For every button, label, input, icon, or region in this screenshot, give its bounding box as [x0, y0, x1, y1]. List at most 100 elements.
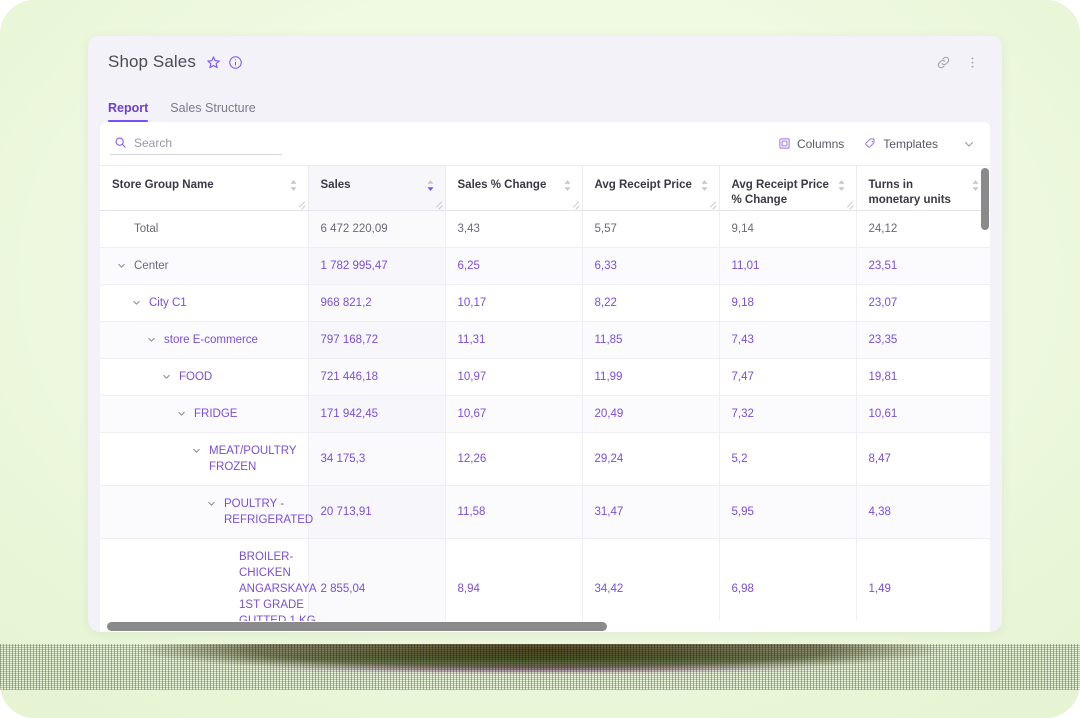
row-expand-toggle[interactable] — [144, 334, 158, 345]
cell-text: 11,85 — [594, 333, 623, 346]
column-header-label: Sales % Change — [457, 179, 547, 191]
table-row[interactable]: FOOD 721 446,18 10,97 11,99 7,47 19,81 — [100, 358, 990, 396]
row-label[interactable]: POULTRY - REFRIGERATED — [224, 496, 313, 528]
cell-value: 6,33 — [582, 247, 720, 285]
sort-icon[interactable] — [700, 179, 709, 192]
cell-value: 4,38 — [856, 485, 990, 539]
cell-value: 12,26 — [445, 432, 583, 486]
cell-text: 31,47 — [594, 505, 624, 518]
row-expand-toggle[interactable] — [204, 498, 218, 509]
column-resize-handle[interactable] — [846, 200, 854, 208]
chevron-down-icon[interactable] — [116, 260, 127, 271]
star-icon[interactable] — [206, 55, 221, 70]
column-resize-handle[interactable] — [435, 200, 443, 208]
cell-text: 6,33 — [594, 259, 617, 272]
link-icon[interactable] — [936, 55, 951, 70]
cell-value: 968 821,2 — [308, 284, 446, 322]
row-expand-toggle[interactable] — [114, 260, 128, 271]
column-resize-handle[interactable] — [298, 200, 306, 208]
cell-value: 11,99 — [582, 358, 720, 396]
search-input[interactable] — [134, 135, 280, 150]
title-icon-group — [206, 55, 243, 70]
chevron-down-icon[interactable] — [176, 408, 187, 419]
column-header-5[interactable]: Turns in monetary units — [856, 166, 990, 211]
cell-value: 9,14 — [719, 210, 857, 248]
sort-icon[interactable] — [837, 179, 846, 192]
search-icon — [114, 136, 127, 149]
chevron-down-icon[interactable] — [206, 498, 217, 509]
cell-value: 34,42 — [582, 538, 720, 632]
chevron-down-icon[interactable] — [131, 297, 142, 308]
column-resize-handle[interactable] — [572, 200, 580, 208]
chevron-down-icon[interactable] — [146, 334, 157, 345]
row-label[interactable]: store E-commerce — [164, 332, 258, 348]
tab-bar: Report Sales Structure — [88, 88, 1002, 122]
cell-text: 23,35 — [868, 333, 898, 346]
row-label[interactable]: City C1 — [149, 295, 187, 311]
sort-icon[interactable] — [426, 179, 435, 192]
column-header-label: Store Group Name — [112, 179, 214, 191]
cell-text: 11,01 — [731, 259, 760, 272]
search-box[interactable] — [110, 133, 282, 155]
cell-value: 6 472 220,09 — [308, 210, 446, 248]
row-label[interactable]: FRIDGE — [194, 406, 237, 422]
cell-store-group-name: Center — [100, 247, 309, 285]
row-label[interactable]: MEAT/POULTRY FROZEN — [209, 443, 302, 475]
cell-text: 19,81 — [868, 370, 898, 383]
sort-icon[interactable] — [563, 179, 572, 192]
row-expand-toggle[interactable] — [159, 371, 173, 382]
cell-text: 23,51 — [868, 259, 898, 272]
horizontal-scrollbar-thumb[interactable] — [107, 622, 607, 631]
chevron-down-icon[interactable] — [191, 445, 202, 456]
column-header-label: Sales — [320, 179, 351, 191]
sort-icon[interactable] — [289, 179, 298, 192]
table-row[interactable]: BROILER-CHICKEN ANGARSKAYA 1ST GRADE GUT… — [100, 538, 990, 632]
cell-text: 968 821,2 — [320, 296, 372, 309]
row-expand-toggle[interactable] — [129, 297, 143, 308]
cell-text: 3,43 — [457, 222, 480, 235]
more-vertical-icon[interactable] — [965, 55, 980, 70]
columns-button[interactable]: Columns — [778, 137, 844, 151]
column-header-1[interactable]: Sales — [308, 166, 446, 211]
cell-value: 10,61 — [856, 395, 990, 433]
cell-text: 34,42 — [594, 582, 624, 595]
table-row[interactable]: store E-commerce 797 168,72 11,31 11,85 7,43… — [100, 321, 990, 359]
cell-value: 7,43 — [719, 321, 857, 359]
tab-report[interactable]: Report — [108, 101, 149, 122]
column-header-3[interactable]: Avg Receipt Price — [582, 166, 720, 211]
row-label[interactable]: BROILER-CHICKEN ANGARSKAYA 1ST GRADE GUT… — [239, 549, 316, 629]
vertical-scrollbar-thumb[interactable] — [981, 168, 989, 230]
templates-label: Templates — [883, 136, 938, 151]
cell-value: 10,97 — [445, 358, 583, 396]
column-header-2[interactable]: Sales % Change — [445, 166, 583, 211]
table-row[interactable]: FRIDGE 171 942,45 10,67 20,49 7,32 10,61 — [100, 395, 990, 433]
column-resize-handle[interactable] — [709, 200, 717, 208]
chevron-down-icon[interactable] — [161, 371, 172, 382]
sort-icon[interactable] — [971, 179, 980, 192]
chevron-down-icon[interactable] — [958, 137, 976, 151]
table-row[interactable]: City C1 968 821,2 10,17 8,22 9,18 23,07 — [100, 284, 990, 322]
table-row[interactable]: Center 1 782 995,47 6,25 6,33 11,01 23,51 — [100, 247, 990, 285]
tab-sales-structure[interactable]: Sales Structure — [170, 101, 255, 122]
cell-text: 4,38 — [868, 505, 891, 518]
vertical-scrollbar[interactable] — [981, 166, 989, 620]
templates-button[interactable]: Templates — [864, 137, 938, 151]
cell-value: 11,85 — [582, 321, 720, 359]
row-expand-toggle[interactable] — [189, 445, 203, 456]
cell-text: 10,97 — [457, 370, 487, 383]
row-expand-toggle[interactable] — [174, 408, 188, 419]
cell-store-group-name: City C1 — [100, 284, 309, 322]
cell-value: 10,17 — [445, 284, 583, 322]
table-row[interactable]: MEAT/POULTRY FROZEN 34 175,3 12,26 29,24 5,2… — [100, 432, 990, 486]
horizontal-scrollbar[interactable] — [100, 621, 990, 632]
info-icon[interactable] — [228, 55, 243, 70]
cell-text: 34 175,3 — [320, 452, 366, 465]
table-row[interactable]: POULTRY - REFRIGERATED 20 713,91 11,58 31,4… — [100, 485, 990, 539]
cell-text: 29,24 — [594, 452, 624, 465]
table-row[interactable]: Total 6 472 220,09 3,43 5,57 9,14 24,12 — [100, 210, 990, 248]
column-header-4[interactable]: Avg Receipt Price % Change — [719, 166, 857, 211]
row-label[interactable]: FOOD — [179, 369, 212, 385]
cell-value: 20 713,91 — [308, 485, 446, 539]
cell-text: 7,32 — [731, 407, 754, 420]
column-header-0[interactable]: Store Group Name — [100, 166, 309, 211]
